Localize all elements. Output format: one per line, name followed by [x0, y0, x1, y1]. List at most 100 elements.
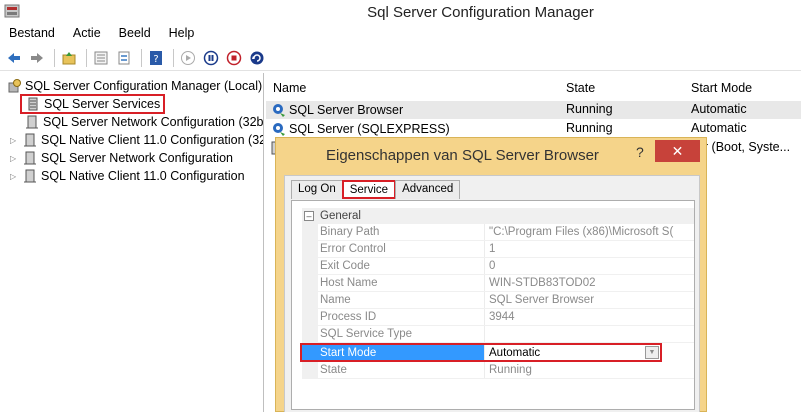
tab-advanced[interactable]: Advanced	[395, 180, 461, 199]
service-name: SQL Server (SQLEXPRESS)	[289, 122, 450, 136]
property-value: 1	[484, 241, 694, 257]
property-row[interactable]: Error Control 1	[302, 241, 694, 258]
network-config-icon	[22, 150, 38, 166]
toolbar-separator	[54, 48, 55, 67]
menu-bestand[interactable]: Bestand	[0, 24, 64, 44]
export-button[interactable]	[114, 48, 134, 68]
pause-button[interactable]	[201, 48, 221, 68]
expand-arrow-icon[interactable]: ▷	[10, 136, 20, 145]
service-state: Running	[566, 121, 613, 135]
property-row[interactable]: State Running	[302, 362, 694, 379]
properties-button[interactable]	[91, 48, 111, 68]
native-client-icon	[22, 132, 38, 148]
toolbar: ?	[0, 45, 801, 71]
forward-button[interactable]	[27, 48, 47, 68]
service-gear-icon	[273, 104, 285, 117]
toolbar-separator	[141, 48, 142, 67]
menu-beeld[interactable]: Beeld	[110, 24, 160, 44]
property-value: Running	[484, 362, 694, 378]
property-row[interactable]: Process ID 3944	[302, 309, 694, 326]
tab-log-on[interactable]: Log On	[291, 180, 343, 199]
service-name: SQL Server Browser	[289, 103, 404, 117]
property-row[interactable]: Binary Path "C:\Program Files (x86)\Micr…	[302, 224, 694, 241]
property-key: SQL Service Type	[302, 326, 484, 342]
properties-dialog: Eigenschappen van SQL Server Browser ? ✕…	[275, 137, 707, 412]
tab-service[interactable]: Service	[341, 180, 397, 199]
start-mode-select[interactable]: Automatic	[484, 345, 660, 360]
folder-up-icon	[62, 51, 76, 64]
property-row[interactable]: Name SQL Server Browser	[302, 292, 694, 309]
property-key: Host Name	[302, 275, 484, 291]
property-key: Error Control	[302, 241, 484, 257]
dialog-body: Log On Service Advanced – General Binary…	[284, 175, 700, 412]
help-button[interactable]: ?	[146, 48, 166, 68]
toolbar-separator	[173, 48, 174, 67]
service-gear-icon	[273, 123, 285, 136]
tree-item-native-client[interactable]: ▷ SQL Native Client 11.0 Configuration	[10, 167, 245, 185]
tree-item-network-config-32[interactable]: SQL Server Network Configuration (32bit	[24, 113, 264, 131]
up-button[interactable]	[59, 48, 79, 68]
tree-item-label: SQL Server Network Configuration (32bit	[43, 115, 264, 129]
property-value: 3944	[484, 309, 694, 325]
property-key: State	[302, 362, 484, 378]
server-config-icon	[6, 78, 22, 94]
collapse-icon[interactable]: –	[304, 211, 314, 221]
stop-button[interactable]	[224, 48, 244, 68]
menu-help[interactable]: Help	[160, 24, 204, 44]
dropdown-arrow-icon[interactable]: ▼	[645, 346, 659, 359]
tree-item-label: SQL Server Services	[44, 97, 161, 111]
property-row-start-mode[interactable]: Start Mode Automatic ▼	[300, 343, 662, 362]
column-header-name[interactable]: Name	[273, 81, 306, 95]
restart-button[interactable]	[247, 48, 267, 68]
property-value: SQL Server Browser	[484, 292, 694, 308]
tree-item-label: SQL Native Client 11.0 Configuration (32…	[41, 133, 264, 147]
expand-arrow-icon[interactable]: ▷	[10, 154, 20, 163]
highlight-frame: SQL Server Services	[20, 94, 166, 114]
back-button[interactable]	[4, 48, 24, 68]
list-row[interactable]: SQL Server Browser Running Automatic	[266, 101, 801, 119]
tree-root[interactable]: SQL Server Configuration Manager (Local)	[6, 77, 262, 95]
forward-icon	[31, 52, 43, 63]
property-key: Binary Path	[302, 224, 484, 240]
services-icon	[25, 96, 41, 112]
help-icon: ?	[150, 50, 162, 65]
property-key: Name	[302, 292, 484, 308]
property-value: 0	[484, 258, 694, 274]
dialog-close-button[interactable]: ✕	[655, 140, 700, 162]
tree-item-label: SQL Server Network Configuration	[41, 151, 233, 165]
property-key: Exit Code	[302, 258, 484, 274]
menu-actie[interactable]: Actie	[64, 24, 110, 44]
property-value: "C:\Program Files (x86)\Microsoft S(	[484, 224, 694, 240]
dialog-help-button[interactable]: ?	[636, 144, 644, 160]
tree-pane: SQL Server Configuration Manager (Local)…	[0, 73, 264, 412]
tree-root-label: SQL Server Configuration Manager (Local)	[25, 79, 263, 93]
property-group-general[interactable]: – General	[302, 208, 694, 224]
group-label: General	[320, 210, 361, 222]
toolbar-separator	[86, 48, 87, 67]
restart-icon	[250, 51, 264, 64]
tab-strip: Log On Service Advanced	[291, 180, 461, 200]
title-bar: Sql Server Configuration Manager	[0, 0, 801, 24]
property-value	[484, 326, 694, 342]
stop-icon	[226, 50, 242, 65]
pause-icon	[203, 50, 219, 65]
tree-item-native-client-32[interactable]: ▷ SQL Native Client 11.0 Configuration (…	[10, 131, 264, 149]
column-header-start-mode[interactable]: Start Mode	[691, 81, 752, 95]
property-key: Start Mode	[302, 345, 484, 360]
property-grid: – General Binary Path "C:\Program Files …	[300, 208, 694, 379]
start-button[interactable]	[178, 48, 198, 68]
properties-icon	[94, 51, 108, 64]
column-header-state[interactable]: State	[566, 81, 595, 95]
list-row[interactable]: SQL Server (SQLEXPRESS) Running Automati…	[266, 120, 801, 138]
window-title: Sql Server Configuration Manager	[367, 4, 594, 21]
property-row[interactable]: Exit Code 0	[302, 258, 694, 275]
tree-item-sql-server-services[interactable]: SQL Server Services	[20, 94, 166, 114]
property-value: WIN-STDB83TOD02	[484, 275, 694, 291]
property-row[interactable]: Host Name WIN-STDB83TOD02	[302, 275, 694, 292]
expand-arrow-icon[interactable]: ▷	[10, 172, 20, 181]
native-client-icon	[22, 168, 38, 184]
svg-text:?: ?	[153, 54, 158, 65]
tree-item-network-config[interactable]: ▷ SQL Server Network Configuration	[10, 149, 233, 167]
network-config-icon	[24, 114, 40, 130]
property-row[interactable]: SQL Service Type	[302, 326, 694, 343]
